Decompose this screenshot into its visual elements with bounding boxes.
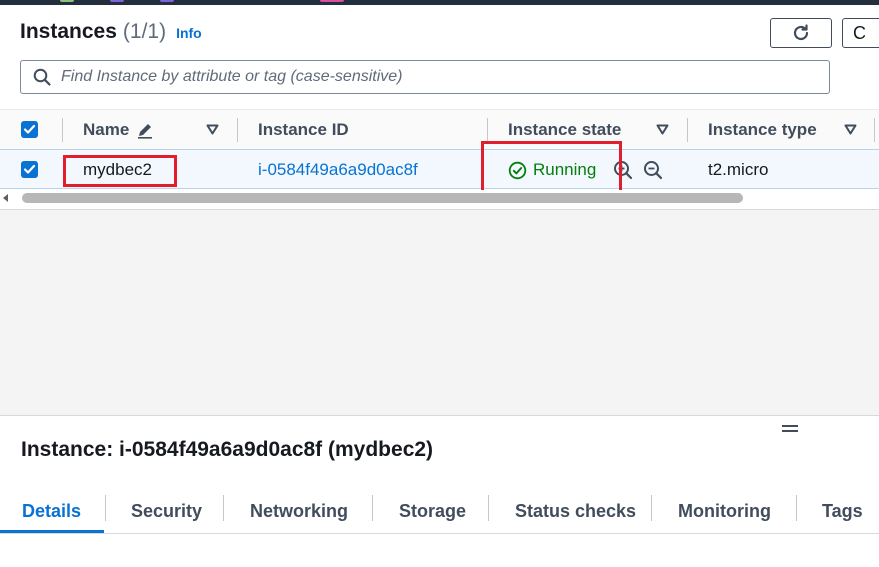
checkmark-icon xyxy=(23,164,36,174)
details-title: Instance: i-0584f49a6a9d0ac8f (mydbec2) xyxy=(21,438,434,461)
pencil-icon xyxy=(138,124,153,139)
nav-color-marker xyxy=(320,0,344,2)
tab-divider xyxy=(223,495,224,521)
panel-resize-handle-icon[interactable] xyxy=(782,425,798,435)
table-header: Name Instance ID Instance state Instance… xyxy=(0,109,879,150)
instance-count: (1/1) xyxy=(122,20,167,43)
zoom-out-icon[interactable] xyxy=(643,160,663,180)
column-header-label: Instance type xyxy=(708,120,817,139)
sort-down-icon[interactable] xyxy=(844,124,857,135)
tab-divider xyxy=(488,495,489,521)
scrollbar-thumb[interactable] xyxy=(22,193,743,203)
tab-tags[interactable]: Tags xyxy=(822,490,863,533)
column-header-name[interactable]: Name xyxy=(83,110,155,150)
details-tabs: Details Security Networking Storage Stat… xyxy=(0,490,879,534)
connect-button[interactable]: C xyxy=(842,18,879,48)
instance-type-cell: t2.micro xyxy=(708,160,769,179)
top-nav-strip xyxy=(0,0,879,5)
instance-id-link[interactable]: i-0584f49a6a9d0ac8f xyxy=(258,150,418,190)
column-header-label: Name xyxy=(83,120,130,139)
tab-divider xyxy=(372,495,373,521)
scroll-left-arrow-icon[interactable] xyxy=(3,194,8,202)
search-field[interactable] xyxy=(20,60,830,94)
column-header-label: Instance ID xyxy=(258,120,349,139)
sort-down-icon[interactable] xyxy=(206,124,219,135)
row-checkbox[interactable] xyxy=(21,161,38,178)
sort-down-icon[interactable] xyxy=(656,124,669,135)
search-input[interactable] xyxy=(59,67,823,87)
tab-status-checks[interactable]: Status checks xyxy=(515,490,636,533)
refresh-icon xyxy=(793,24,809,41)
page-title: Instances xyxy=(20,20,117,43)
tab-networking[interactable]: Networking xyxy=(250,490,348,533)
name-highlight-box xyxy=(63,155,177,187)
tab-security[interactable]: Security xyxy=(131,490,202,533)
column-divider xyxy=(487,118,488,142)
search-icon xyxy=(33,68,51,86)
active-tab-indicator xyxy=(0,530,104,533)
tab-divider xyxy=(105,495,106,521)
refresh-button[interactable] xyxy=(770,18,832,48)
select-all-checkbox[interactable] xyxy=(21,121,38,138)
tab-details[interactable]: Details xyxy=(22,490,81,533)
column-header-instance-type[interactable]: Instance type xyxy=(708,110,817,150)
checkmark-icon xyxy=(23,124,36,134)
tab-monitoring[interactable]: Monitoring xyxy=(678,490,771,533)
column-header-label: Instance state xyxy=(508,120,622,139)
tab-divider xyxy=(651,495,652,521)
nav-color-marker xyxy=(60,0,74,2)
column-header-instance-id[interactable]: Instance ID xyxy=(258,110,349,150)
tab-storage[interactable]: Storage xyxy=(399,490,466,533)
column-divider xyxy=(874,118,875,142)
table-empty-area xyxy=(0,209,879,416)
info-link[interactable]: Info xyxy=(176,25,202,41)
nav-color-marker xyxy=(160,0,174,2)
nav-color-marker xyxy=(110,0,124,2)
column-divider xyxy=(62,118,63,142)
tab-divider xyxy=(796,495,797,521)
instances-header: Instances (1/1) Info xyxy=(20,20,202,48)
column-divider xyxy=(237,118,238,142)
connect-button-label: C xyxy=(853,22,866,43)
column-divider xyxy=(687,118,688,142)
